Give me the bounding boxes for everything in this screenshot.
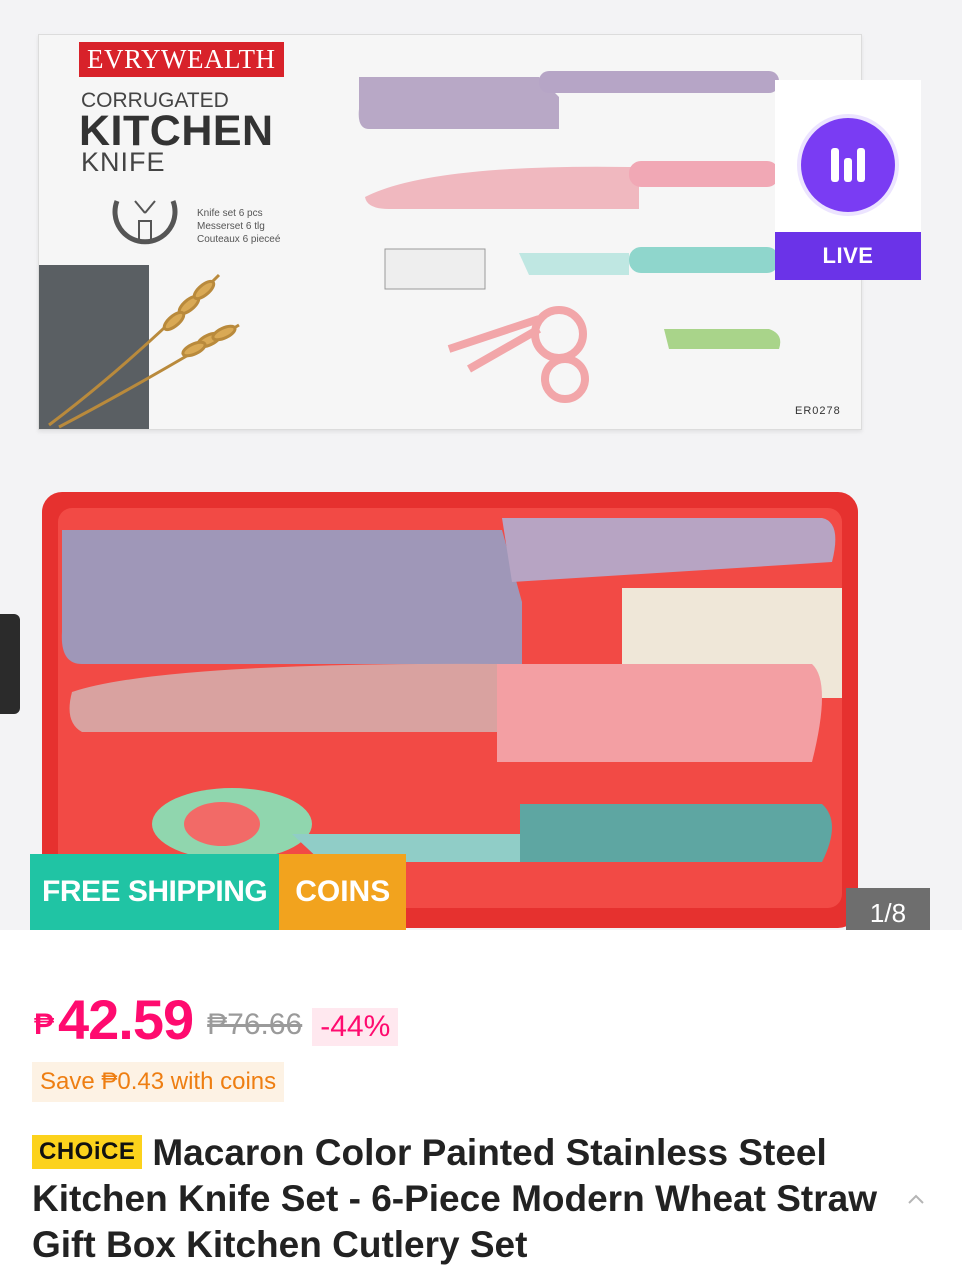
live-badge[interactable]: LIVE	[775, 80, 921, 280]
product-title-text: Macaron Color Painted Stainless Steel Ki…	[32, 1132, 877, 1265]
box-knife-set-illustration	[358, 71, 781, 403]
box-set-info: Knife set 6 pcs Messerset 6 tlg Couteaux…	[197, 207, 307, 246]
coins-badge: COINS	[279, 854, 407, 930]
box-title-2: KNIFE	[81, 147, 166, 177]
choice-badge: CHOiCE	[32, 1135, 143, 1169]
box-product-code: ER0278	[795, 405, 841, 417]
current-price: 42.59	[58, 988, 194, 1051]
box-set-line: Messerset 6 tlg	[197, 221, 265, 232]
product-image-gallery[interactable]: EVRYWEALTH CORRUGATED KITCHEN KNIFE Knif…	[0, 0, 962, 930]
product-box-image: EVRYWEALTH CORRUGATED KITCHEN KNIFE Knif…	[38, 34, 862, 430]
image-counter: 1/8	[846, 888, 930, 930]
discount-badge: -44%	[312, 1008, 399, 1046]
product-title: CHOiCE Macaron Color Painted Stainless St…	[32, 1130, 882, 1268]
live-label: LIVE	[775, 232, 921, 280]
wheat-illustration	[39, 265, 240, 429]
original-price: ₱76.66	[207, 1008, 303, 1041]
price-currency: ₱	[34, 1008, 55, 1041]
coins-savings-label: Save ₱0.43 with coins	[32, 1062, 285, 1102]
box-brand-label: EVRYWEALTH	[79, 42, 284, 77]
price-row: ₱ 42.59 ₱76.66 -44%	[34, 988, 399, 1051]
side-drawer-handle[interactable]	[0, 614, 20, 714]
shipping-coins-badge: FREE SHIPPING COINS	[30, 854, 407, 930]
free-shipping-badge: FREE SHIPPING	[30, 854, 280, 930]
chevron-up-icon[interactable]	[902, 1186, 930, 1214]
box-set-line: Knife set 6 pcs	[197, 208, 263, 219]
live-bars-icon	[801, 118, 895, 212]
